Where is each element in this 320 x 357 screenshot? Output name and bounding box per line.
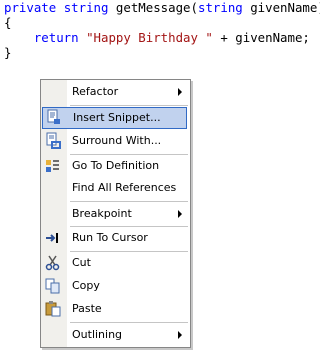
keyword-string: string xyxy=(63,0,109,15)
scissors-icon xyxy=(44,254,62,272)
menu-item-refactor[interactable]: Refactor xyxy=(41,81,190,103)
menu-item-find-all-references[interactable]: Find All References xyxy=(41,177,190,199)
menu-item-label: Surround With... xyxy=(72,134,162,147)
menu-item-label: Find All References xyxy=(72,181,177,194)
method-signature: getMessage( xyxy=(108,0,198,15)
paste-icon xyxy=(44,300,62,318)
menu-item-copy[interactable]: Copy xyxy=(41,275,190,297)
menu-item-run-to-cursor[interactable]: Run To Cursor xyxy=(41,227,190,249)
keyword-private: private xyxy=(4,0,57,15)
menu-item-go-to-definition[interactable]: Go To Definition xyxy=(41,155,190,177)
menu-separator xyxy=(70,322,188,323)
menu-item-outlining[interactable]: Outlining xyxy=(41,324,190,346)
string-literal: "Happy Birthday " xyxy=(86,30,213,45)
keyword-return: return xyxy=(33,30,79,45)
code-line-1: private string getMessage(string givenNa… xyxy=(4,0,320,15)
menu-item-label: Refactor xyxy=(72,85,119,98)
menu-item-breakpoint[interactable]: Breakpoint xyxy=(41,203,190,225)
run-to-cursor-icon xyxy=(44,229,62,247)
copy-icon xyxy=(44,277,62,295)
menu-item-label: Paste xyxy=(72,302,102,315)
menu-item-insert-snippet[interactable]: Insert Snippet... xyxy=(42,107,187,129)
menu-item-cut[interactable]: Cut xyxy=(41,252,190,274)
menu-item-label: Outlining xyxy=(72,328,123,341)
menu-item-label: Go To Definition xyxy=(72,159,160,172)
keyword-string-param: string xyxy=(197,0,243,15)
submenu-arrow-icon xyxy=(178,331,182,339)
submenu-arrow-icon xyxy=(178,210,182,218)
surround-icon xyxy=(44,132,62,150)
param-name: givenName) xyxy=(242,0,320,15)
code-expression: + givenName; xyxy=(212,30,310,45)
snippet-icon xyxy=(45,109,63,127)
context-menu: Refactor Insert Snippet... Surround With… xyxy=(40,79,191,348)
menu-item-surround-with[interactable]: Surround With... xyxy=(41,130,190,152)
code-line-4: } xyxy=(4,45,12,60)
menu-item-label: Cut xyxy=(72,256,91,269)
menu-item-label: Run To Cursor xyxy=(72,231,148,244)
code-line-3: return "Happy Birthday " + givenName; xyxy=(34,30,310,45)
menu-separator xyxy=(70,105,188,106)
go-to-definition-icon xyxy=(44,157,62,175)
submenu-arrow-icon xyxy=(178,88,182,96)
menu-item-label: Copy xyxy=(72,279,100,292)
code-line-2: { xyxy=(4,15,12,30)
code-editor[interactable]: private string getMessage(string givenNa… xyxy=(4,0,320,60)
menu-item-label: Breakpoint xyxy=(72,207,132,220)
menu-separator xyxy=(70,201,188,202)
menu-item-paste[interactable]: Paste xyxy=(41,298,190,320)
menu-item-label: Insert Snippet... xyxy=(73,111,161,124)
